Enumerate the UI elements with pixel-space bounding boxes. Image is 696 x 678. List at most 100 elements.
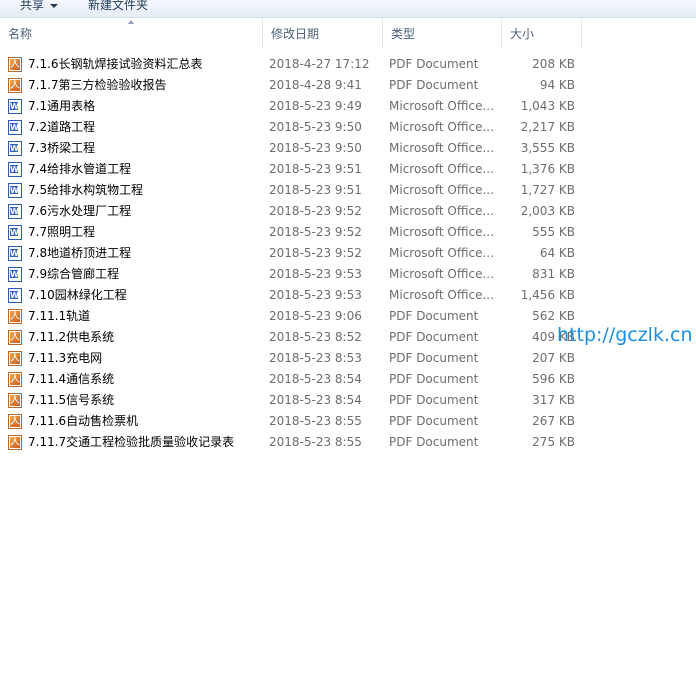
file-date: 2018-5-23 9:52 (269, 225, 362, 239)
file-type: PDF Document (389, 57, 479, 71)
pdf-file-icon (8, 369, 22, 390)
file-name: 7.1通用表格 (28, 99, 96, 113)
word-file-icon (8, 201, 22, 222)
file-size: 2,217 KB (520, 120, 575, 134)
file-size: 208 KB (532, 57, 575, 71)
pdf-file-icon (8, 432, 22, 453)
file-name: 7.11.1轨道 (28, 309, 91, 323)
file-row[interactable]: 7.8地道桥顶进工程 2018-5-23 9:52 Microsoft Office… (0, 243, 696, 264)
file-row[interactable]: 7.10园林绿化工程 2018-5-23 9:53 Microsoft Office… (0, 285, 696, 306)
file-row[interactable]: 7.11.4通信系统 2018-5-23 8:54 PDF Document 596 … (0, 369, 696, 390)
file-date: 2018-5-23 9:06 (269, 309, 362, 323)
file-size: 207 KB (532, 351, 575, 365)
chevron-down-icon (50, 3, 59, 8)
file-type: PDF Document (389, 393, 479, 407)
file-size: 267 KB (532, 414, 575, 428)
file-date: 2018-5-23 9:52 (269, 246, 362, 260)
file-name: 7.11.4通信系统 (28, 372, 115, 386)
file-name: 7.11.5信号系统 (28, 393, 115, 407)
file-type: Microsoft Office... (389, 162, 494, 176)
word-file-icon (8, 159, 22, 180)
file-date: 2018-5-23 9:50 (269, 120, 362, 134)
pdf-file-icon (8, 411, 22, 432)
file-name: 7.4给排水管道工程 (28, 162, 132, 176)
file-size: 94 KB (539, 78, 575, 92)
file-name: 7.11.2供电系统 (28, 330, 115, 344)
file-size: 1,727 KB (520, 183, 575, 197)
file-date: 2018-5-23 9:52 (269, 204, 362, 218)
file-date: 2018-5-23 9:51 (269, 162, 362, 176)
word-file-icon (8, 222, 22, 243)
file-type: Microsoft Office... (389, 204, 494, 218)
file-name: 7.5给排水构筑物工程 (28, 183, 144, 197)
file-row[interactable]: 7.7照明工程 2018-5-23 9:52 Microsoft Office...… (0, 222, 696, 243)
file-name: 7.11.6自动售检票机 (28, 414, 139, 428)
file-date: 2018-5-23 8:55 (269, 435, 362, 449)
file-type: Microsoft Office... (389, 246, 494, 260)
file-type: PDF Document (389, 330, 479, 344)
pdf-file-icon (8, 75, 22, 96)
file-type: Microsoft Office... (389, 99, 494, 113)
file-name: 7.7照明工程 (28, 225, 96, 239)
column-header-name[interactable]: 名称 (0, 18, 263, 48)
file-date: 2018-5-23 9:53 (269, 267, 362, 281)
file-name: 7.3桥梁工程 (28, 141, 96, 155)
word-file-icon (8, 285, 22, 306)
file-row[interactable]: 7.1.7第三方检验验收报告 2018-4-28 9:41 PDF Document… (0, 75, 696, 96)
file-type: Microsoft Office... (389, 288, 494, 302)
column-header-size[interactable]: 大小 (502, 18, 582, 48)
file-list: 7.1.6长钢轨焊接试验资料汇总表 2018-4-27 17:12 PDF Docu… (0, 54, 696, 453)
file-type: PDF Document (389, 414, 479, 428)
file-row[interactable]: 7.5给排水构筑物工程 2018-5-23 9:51 Microsoft Offic… (0, 180, 696, 201)
file-type: Microsoft Office... (389, 120, 494, 134)
file-size: 275 KB (532, 435, 575, 449)
word-file-icon (8, 117, 22, 138)
file-row[interactable]: 7.11.6自动售检票机 2018-5-23 8:55 PDF Document 26… (0, 411, 696, 432)
share-button[interactable]: 共享 (20, 0, 59, 14)
file-row[interactable]: 7.1通用表格 2018-5-23 9:49 Microsoft Office...… (0, 96, 696, 117)
file-row[interactable]: 7.11.5信号系统 2018-5-23 8:54 PDF Document 317 … (0, 390, 696, 411)
file-type: PDF Document (389, 309, 479, 323)
pdf-file-icon (8, 348, 22, 369)
file-name: 7.1.6长钢轨焊接试验资料汇总表 (28, 57, 203, 71)
file-type: Microsoft Office... (389, 141, 494, 155)
file-date: 2018-5-23 8:54 (269, 372, 362, 386)
word-file-icon (8, 96, 22, 117)
column-header-date[interactable]: 修改日期 (263, 18, 383, 48)
file-date: 2018-5-23 8:53 (269, 351, 362, 365)
file-type: Microsoft Office... (389, 183, 494, 197)
word-file-icon (8, 138, 22, 159)
toolbar: 共享 新建文件夹 (0, 0, 696, 18)
file-type: Microsoft Office... (389, 225, 494, 239)
file-size: 831 KB (532, 267, 575, 281)
file-type: PDF Document (389, 372, 479, 386)
pdf-file-icon (8, 327, 22, 348)
file-name: 7.9综合管廊工程 (28, 267, 120, 281)
file-row[interactable]: 7.2道路工程 2018-5-23 9:50 Microsoft Office...… (0, 117, 696, 138)
file-size: 555 KB (532, 225, 575, 239)
file-date: 2018-5-23 8:55 (269, 414, 362, 428)
file-row[interactable]: 7.6污水处理厂工程 2018-5-23 9:52 Microsoft Office… (0, 201, 696, 222)
file-name: 7.6污水处理厂工程 (28, 204, 132, 218)
file-row[interactable]: 7.1.6长钢轨焊接试验资料汇总表 2018-4-27 17:12 PDF Docu… (0, 54, 696, 75)
file-row[interactable]: 7.3桥梁工程 2018-5-23 9:50 Microsoft Office...… (0, 138, 696, 159)
file-row[interactable]: 7.11.7交通工程检验批质量验收记录表 2018-5-23 8:55 PDF Do… (0, 432, 696, 453)
file-type: PDF Document (389, 351, 479, 365)
watermark: http://gczlk.cn (557, 324, 693, 346)
pdf-file-icon (8, 390, 22, 411)
file-date: 2018-5-23 8:52 (269, 330, 362, 344)
file-date: 2018-4-28 9:41 (269, 78, 362, 92)
file-date: 2018-5-23 9:51 (269, 183, 362, 197)
file-row[interactable]: 7.4给排水管道工程 2018-5-23 9:51 Microsoft Office… (0, 159, 696, 180)
file-row[interactable]: 7.9综合管廊工程 2018-5-23 9:53 Microsoft Office.… (0, 264, 696, 285)
file-size: 64 KB (539, 246, 575, 260)
file-row[interactable]: 7.11.3充电网 2018-5-23 8:53 PDF Document 207 K… (0, 348, 696, 369)
file-size: 3,555 KB (520, 141, 575, 155)
share-label: 共享 (20, 0, 45, 12)
new-folder-button[interactable]: 新建文件夹 (88, 0, 148, 14)
file-date: 2018-5-23 8:54 (269, 393, 362, 407)
file-size: 1,456 KB (520, 288, 575, 302)
column-header-type[interactable]: 类型 (383, 18, 502, 48)
word-file-icon (8, 264, 22, 285)
file-size: 1,043 KB (520, 99, 575, 113)
